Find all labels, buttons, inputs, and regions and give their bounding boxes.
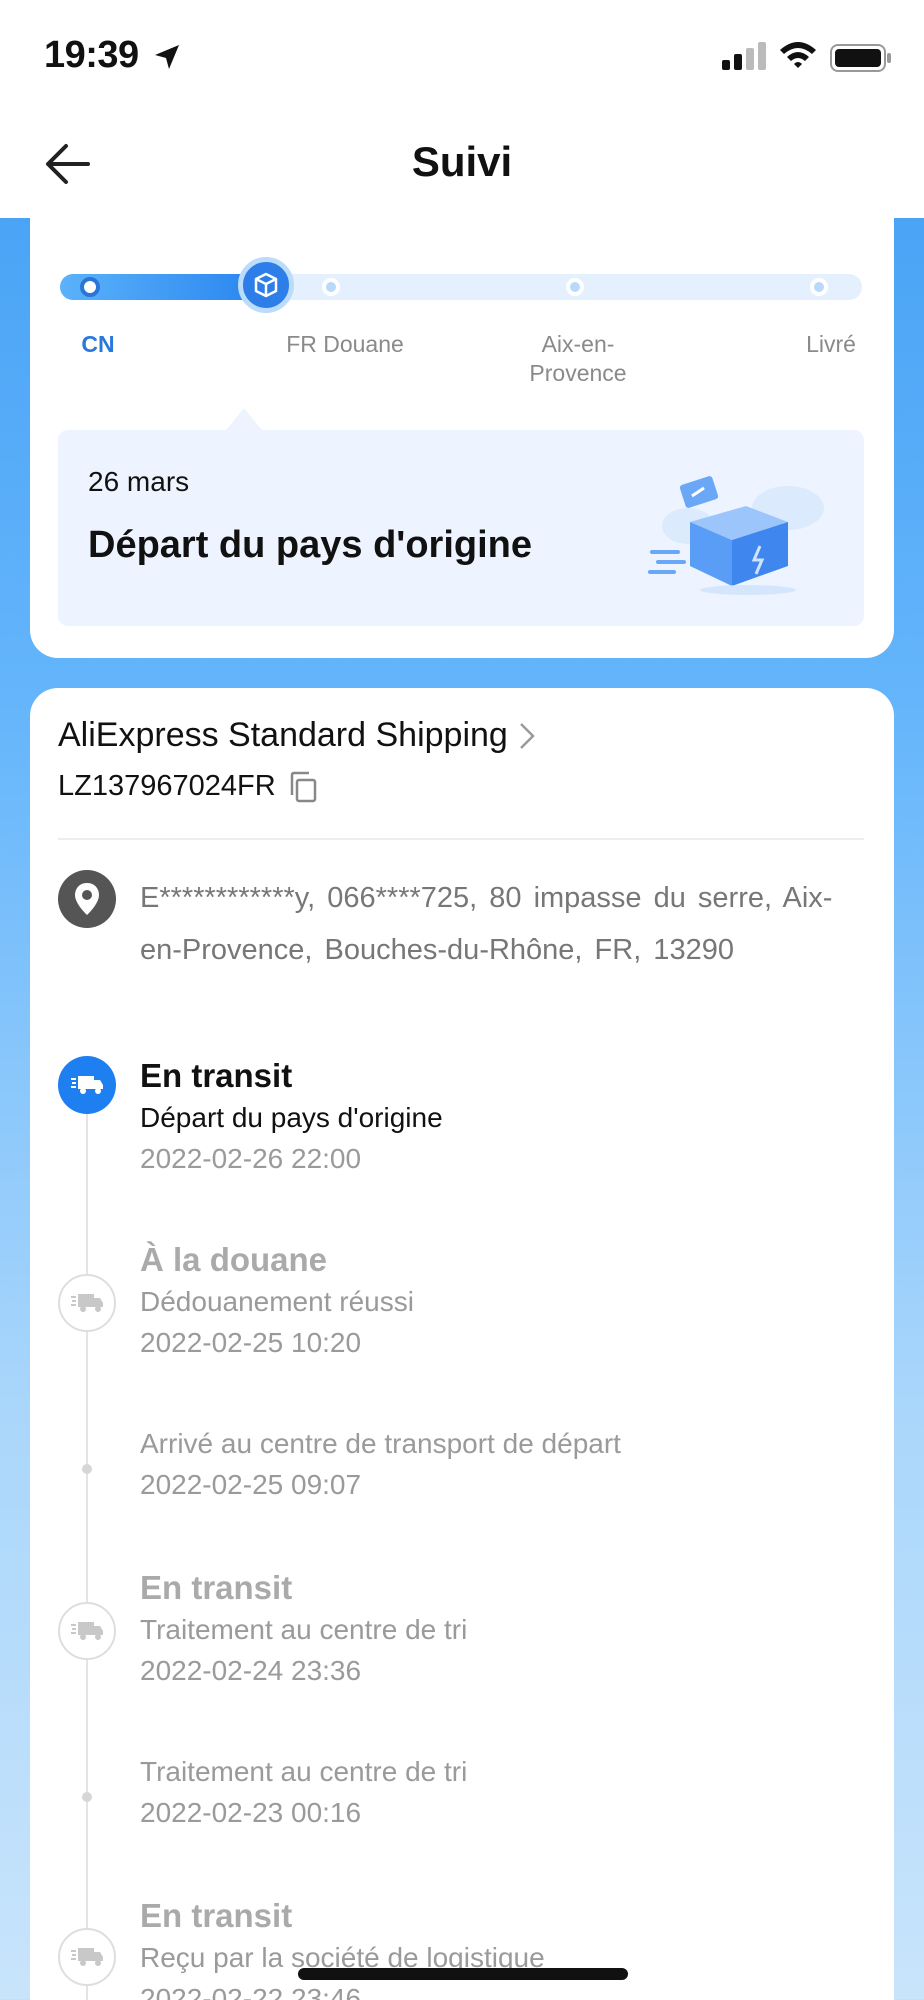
timeline-event: Traitement au centre de tri 2022-02-23 0… xyxy=(140,1752,467,1834)
timeline-event: En transit Traitement au centre de tri 2… xyxy=(140,1566,467,1692)
flying-parcel-illustration xyxy=(648,476,824,595)
carrier-link[interactable]: AliExpress Standard Shipping xyxy=(58,716,536,755)
stage-dot-city xyxy=(566,278,584,296)
event-time: 2022-02-22 23:46 xyxy=(140,1983,362,2000)
truck-icon xyxy=(58,1928,116,1986)
divider xyxy=(58,838,864,840)
timeline-event: À la douane Dédouanement réussi 2022-02-… xyxy=(140,1238,414,1364)
truck-icon xyxy=(58,1274,116,1332)
stage-dot-origin xyxy=(80,277,100,297)
progress-card: CN FR Douane Aix-en-Provence Livré 26 ma… xyxy=(30,200,894,658)
event-time: 2022-02-25 09:07 xyxy=(140,1469,362,1500)
event-status: En transit xyxy=(140,1897,293,1934)
wifi-icon xyxy=(780,42,816,68)
event-time: 2022-02-25 10:20 xyxy=(140,1327,362,1358)
current-event-date: 26 mars xyxy=(88,466,190,497)
timeline-dot xyxy=(82,1464,92,1474)
status-bar: 19:39 xyxy=(0,0,924,110)
timeline-line xyxy=(86,1088,88,2000)
tracking-row: LZ137967024FR xyxy=(58,770,318,803)
package-icon xyxy=(254,272,278,298)
progress-track xyxy=(60,257,862,313)
tracking-number: LZ137967024FR xyxy=(58,770,276,802)
event-description: Traitement au centre de tri xyxy=(140,1614,468,1645)
truck-icon xyxy=(58,1602,116,1660)
battery-icon xyxy=(830,44,891,72)
stage-label-delivered: Livré xyxy=(806,331,856,357)
stage-dot-delivered xyxy=(810,278,828,296)
home-indicator[interactable] xyxy=(298,1968,628,1980)
event-status: En transit xyxy=(140,1569,293,1606)
timeline-event: En transit Départ du pays d'origine 2022… xyxy=(140,1054,443,1180)
copy-icon[interactable] xyxy=(288,771,318,803)
event-status: En transit xyxy=(140,1057,293,1094)
current-event-title: Départ du pays d'origine xyxy=(88,524,532,566)
location-pin-icon xyxy=(58,870,116,928)
event-description: Traitement au centre de tri xyxy=(140,1756,468,1787)
event-description: Dédouanement réussi xyxy=(140,1286,414,1317)
stage-dot-customs xyxy=(322,278,340,296)
truck-icon xyxy=(58,1056,116,1114)
stage-label-city: Aix-en-Provence xyxy=(529,331,627,386)
event-time: 2022-02-23 00:16 xyxy=(140,1797,362,1828)
chevron-right-icon xyxy=(519,722,535,749)
delivery-address: E************y, 066****725, 80 impasse d… xyxy=(140,882,833,966)
event-pointer xyxy=(226,408,262,430)
timeline-event: En transit Reçu par la société de logist… xyxy=(140,1894,545,2000)
event-time: 2022-02-24 23:36 xyxy=(140,1655,362,1686)
timeline-event: Arrivé au centre de transport de départ … xyxy=(140,1424,621,1506)
carrier-name: AliExpress Standard Shipping xyxy=(58,716,508,754)
timeline-dot xyxy=(82,1792,92,1802)
event-time: 2022-02-26 22:00 xyxy=(140,1143,362,1174)
location-arrow-icon xyxy=(155,45,179,69)
current-event-box: 26 mars Départ du pays d'origine xyxy=(58,430,864,626)
page-title: Suivi xyxy=(411,138,513,185)
current-stage-marker xyxy=(238,257,294,313)
signal-icon xyxy=(722,42,766,70)
stage-label-origin: CN xyxy=(81,331,115,357)
shipment-card: AliExpress Standard Shipping LZ137967024… xyxy=(30,688,894,2000)
event-description: Départ du pays d'origine xyxy=(140,1102,443,1133)
event-status: À la douane xyxy=(140,1241,328,1278)
event-description: Arrivé au centre de transport de départ xyxy=(140,1428,621,1459)
stage-label-customs: FR Douane xyxy=(286,331,404,357)
status-time: 19:39 xyxy=(44,34,139,76)
